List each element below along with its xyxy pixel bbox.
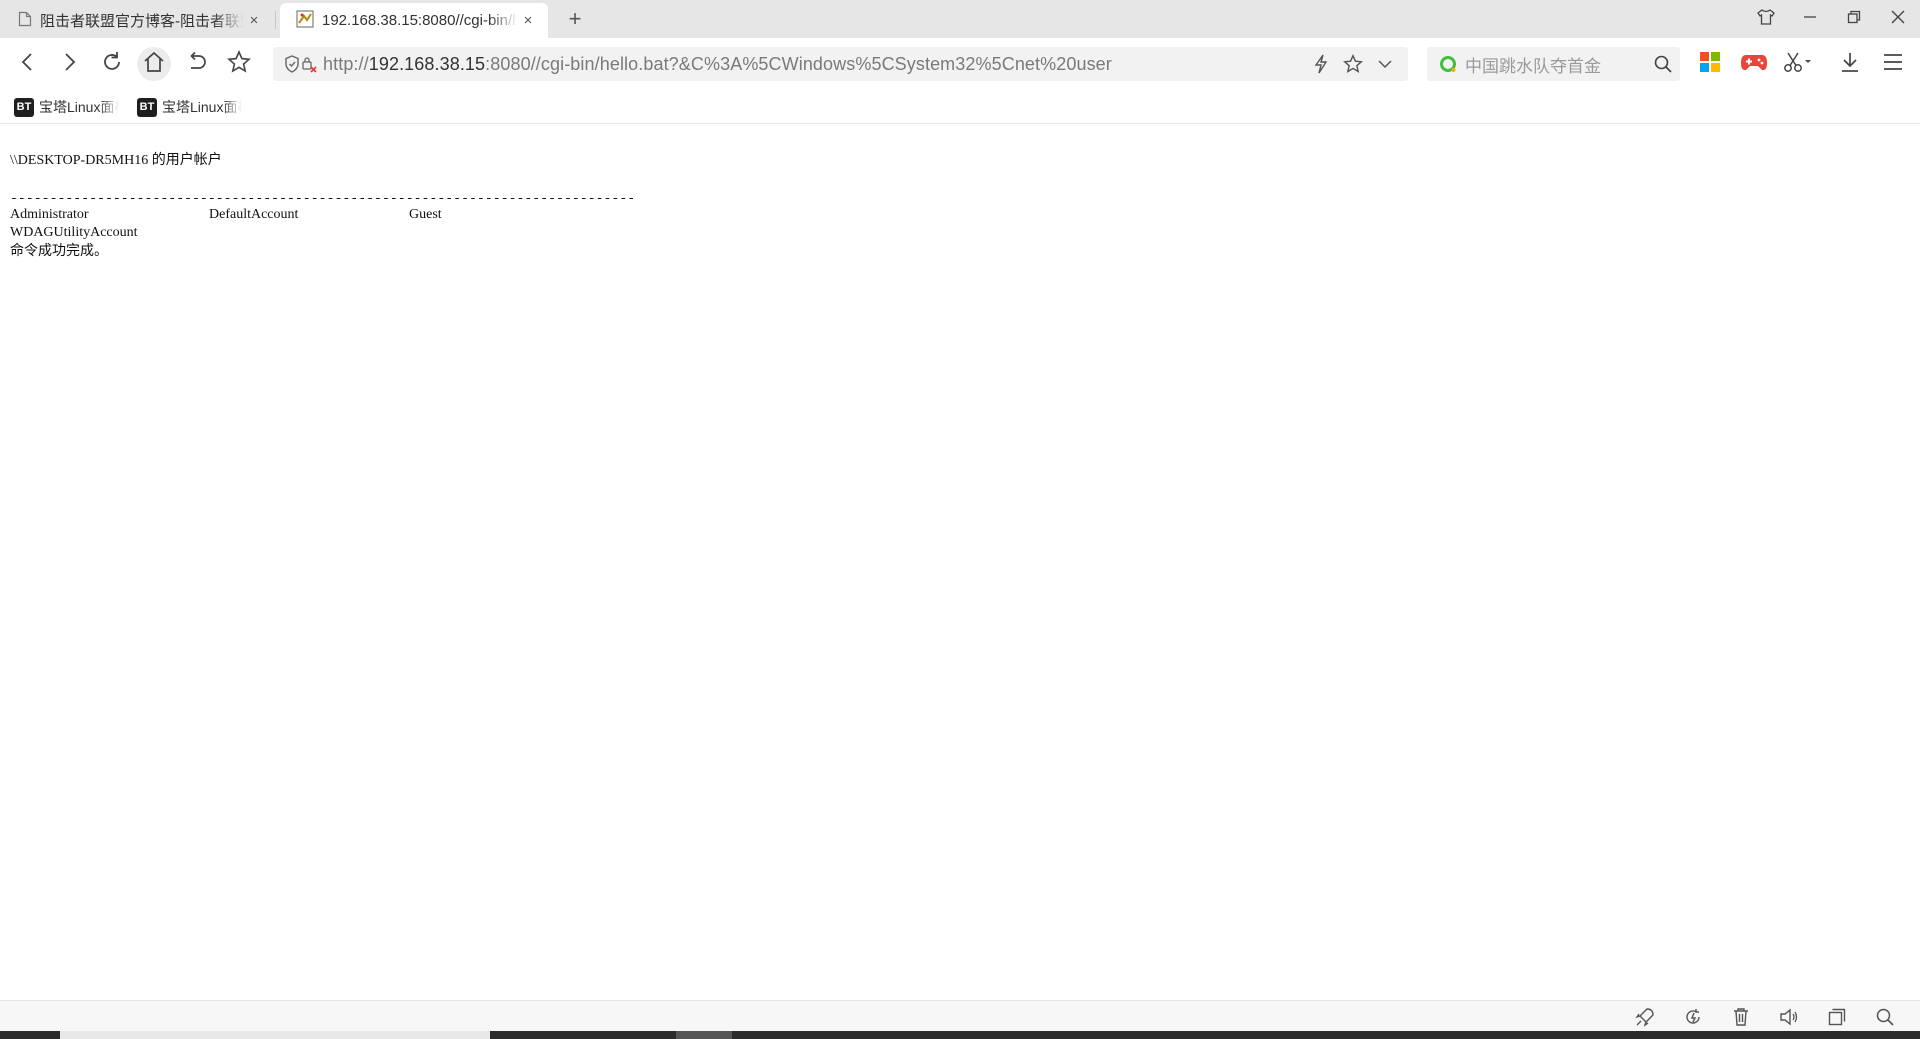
account-name: WDAGUtilityAccount [10, 225, 138, 240]
skin-button[interactable] [1744, 0, 1788, 38]
restore-icon [1847, 10, 1861, 29]
page-icon [18, 11, 32, 31]
bookmark-item[interactable]: BT 宝塔Linux面板 [137, 96, 242, 118]
taskbar-item[interactable] [676, 1031, 732, 1039]
scissors-icon [1783, 51, 1813, 78]
home-button[interactable] [137, 47, 171, 81]
output-status: 命令成功完成。 [10, 244, 108, 259]
screenshot-button[interactable] [1780, 47, 1816, 81]
minimize-button[interactable] [1788, 0, 1832, 38]
search-input[interactable]: 中国跳水队夺首金 [1465, 52, 1646, 77]
trash-icon[interactable] [1724, 1003, 1758, 1031]
bookmark-label: 宝塔Linux面板 [39, 99, 119, 115]
forward-button[interactable] [53, 47, 87, 81]
bookmark-label: 宝塔Linux面板 [162, 99, 242, 115]
close-icon[interactable]: × [244, 11, 264, 31]
url-path: :8080//cgi-bin/hello.bat?&C%3A%5CWindows… [485, 53, 1112, 74]
menu-button[interactable] [1875, 47, 1911, 81]
address-actions [1308, 47, 1398, 81]
url-scheme: http:// [323, 53, 369, 74]
window-controls [1744, 0, 1920, 38]
download-icon [1839, 51, 1861, 78]
address-bar[interactable]: http://192.168.38.15:8080//cgi-bin/hello… [273, 47, 1408, 81]
restore-button[interactable] [1832, 0, 1876, 38]
favicon-icon [296, 10, 314, 32]
undo-icon [186, 51, 208, 78]
reload-icon [100, 50, 124, 79]
account-name: DefaultAccount [209, 207, 299, 222]
minimize-icon [1803, 10, 1817, 29]
search-icon[interactable] [1646, 47, 1680, 81]
account-name: Administrator [10, 207, 89, 222]
download-button[interactable] [1832, 47, 1868, 81]
bookmark-star-icon [227, 49, 251, 79]
tab-title: 192.168.38.15:8080//cgi-bin/hello.bat [322, 12, 518, 29]
home-icon [143, 51, 165, 78]
back-icon [19, 52, 35, 77]
close-icon[interactable]: × [518, 11, 538, 31]
os-taskbar [0, 1031, 1920, 1039]
undo-close-button[interactable] [180, 47, 214, 81]
tab-cgi[interactable]: 192.168.38.15:8080//cgi-bin/hello.bat × [280, 3, 548, 38]
output-separator: ----------------------------------------… [10, 191, 636, 206]
tab-title: 阻击者联盟官方博客-阻击者联盟 [40, 13, 244, 30]
security-shield-icon[interactable] [283, 52, 323, 76]
reload-button[interactable] [95, 47, 129, 81]
speedup-icon[interactable] [1676, 1003, 1710, 1031]
bt-logo-icon: BT [137, 97, 157, 117]
menu-icon [1883, 53, 1903, 76]
bookmarks-bar: BT 宝塔Linux面板 BT 宝塔Linux面板 [0, 90, 1920, 124]
status-tools [1628, 1001, 1902, 1032]
star-icon[interactable] [1340, 51, 1366, 77]
game-button[interactable] [1736, 47, 1772, 81]
account-name: Guest [409, 207, 442, 222]
navigation-bar: http://192.168.38.15:8080//cgi-bin/hello… [0, 38, 1920, 90]
rocket-icon[interactable] [1628, 1003, 1662, 1031]
forward-icon [62, 52, 78, 77]
tab-strip: 阻击者联盟官方博客-阻击者联盟 × 192.168.38.15:8080//cg… [0, 0, 1920, 38]
bookmark-item[interactable]: BT 宝塔Linux面板 [14, 96, 119, 118]
new-tab-button[interactable]: + [560, 6, 590, 32]
window-icon[interactable] [1820, 1003, 1854, 1031]
output-header: \\DESKTOP-DR5MH16 的用户帐户 [10, 153, 222, 168]
url-host: 192.168.38.15 [368, 53, 486, 74]
close-window-button[interactable] [1876, 0, 1920, 38]
favorites-button[interactable] [222, 47, 256, 81]
apps-grid-icon [1699, 51, 1721, 78]
back-button[interactable] [10, 47, 44, 81]
close-icon [1891, 10, 1905, 29]
taskbar-item[interactable] [60, 1031, 490, 1039]
lightning-icon[interactable] [1308, 51, 1334, 77]
volume-icon[interactable] [1772, 1003, 1806, 1031]
page-content: \\DESKTOP-DR5MH16 的用户帐户 ----------------… [0, 125, 1920, 1000]
bt-logo-icon: BT [14, 97, 34, 117]
zoom-icon[interactable] [1868, 1003, 1902, 1031]
tab-blog[interactable]: 阻击者联盟官方博客-阻击者联盟 × [2, 3, 274, 38]
shirt-icon [1757, 8, 1775, 30]
tab-divider [275, 11, 276, 29]
apps-button[interactable] [1692, 47, 1728, 81]
search-engine-logo-icon [1437, 53, 1459, 75]
plus-icon: + [568, 6, 582, 31]
search-box[interactable]: 中国跳水队夺首金 [1427, 47, 1680, 81]
status-bar [0, 1000, 1920, 1031]
game-controller-icon [1740, 51, 1768, 78]
url-text[interactable]: http://192.168.38.15:8080//cgi-bin/hello… [323, 54, 1112, 75]
chevron-down-icon[interactable] [1372, 51, 1398, 77]
